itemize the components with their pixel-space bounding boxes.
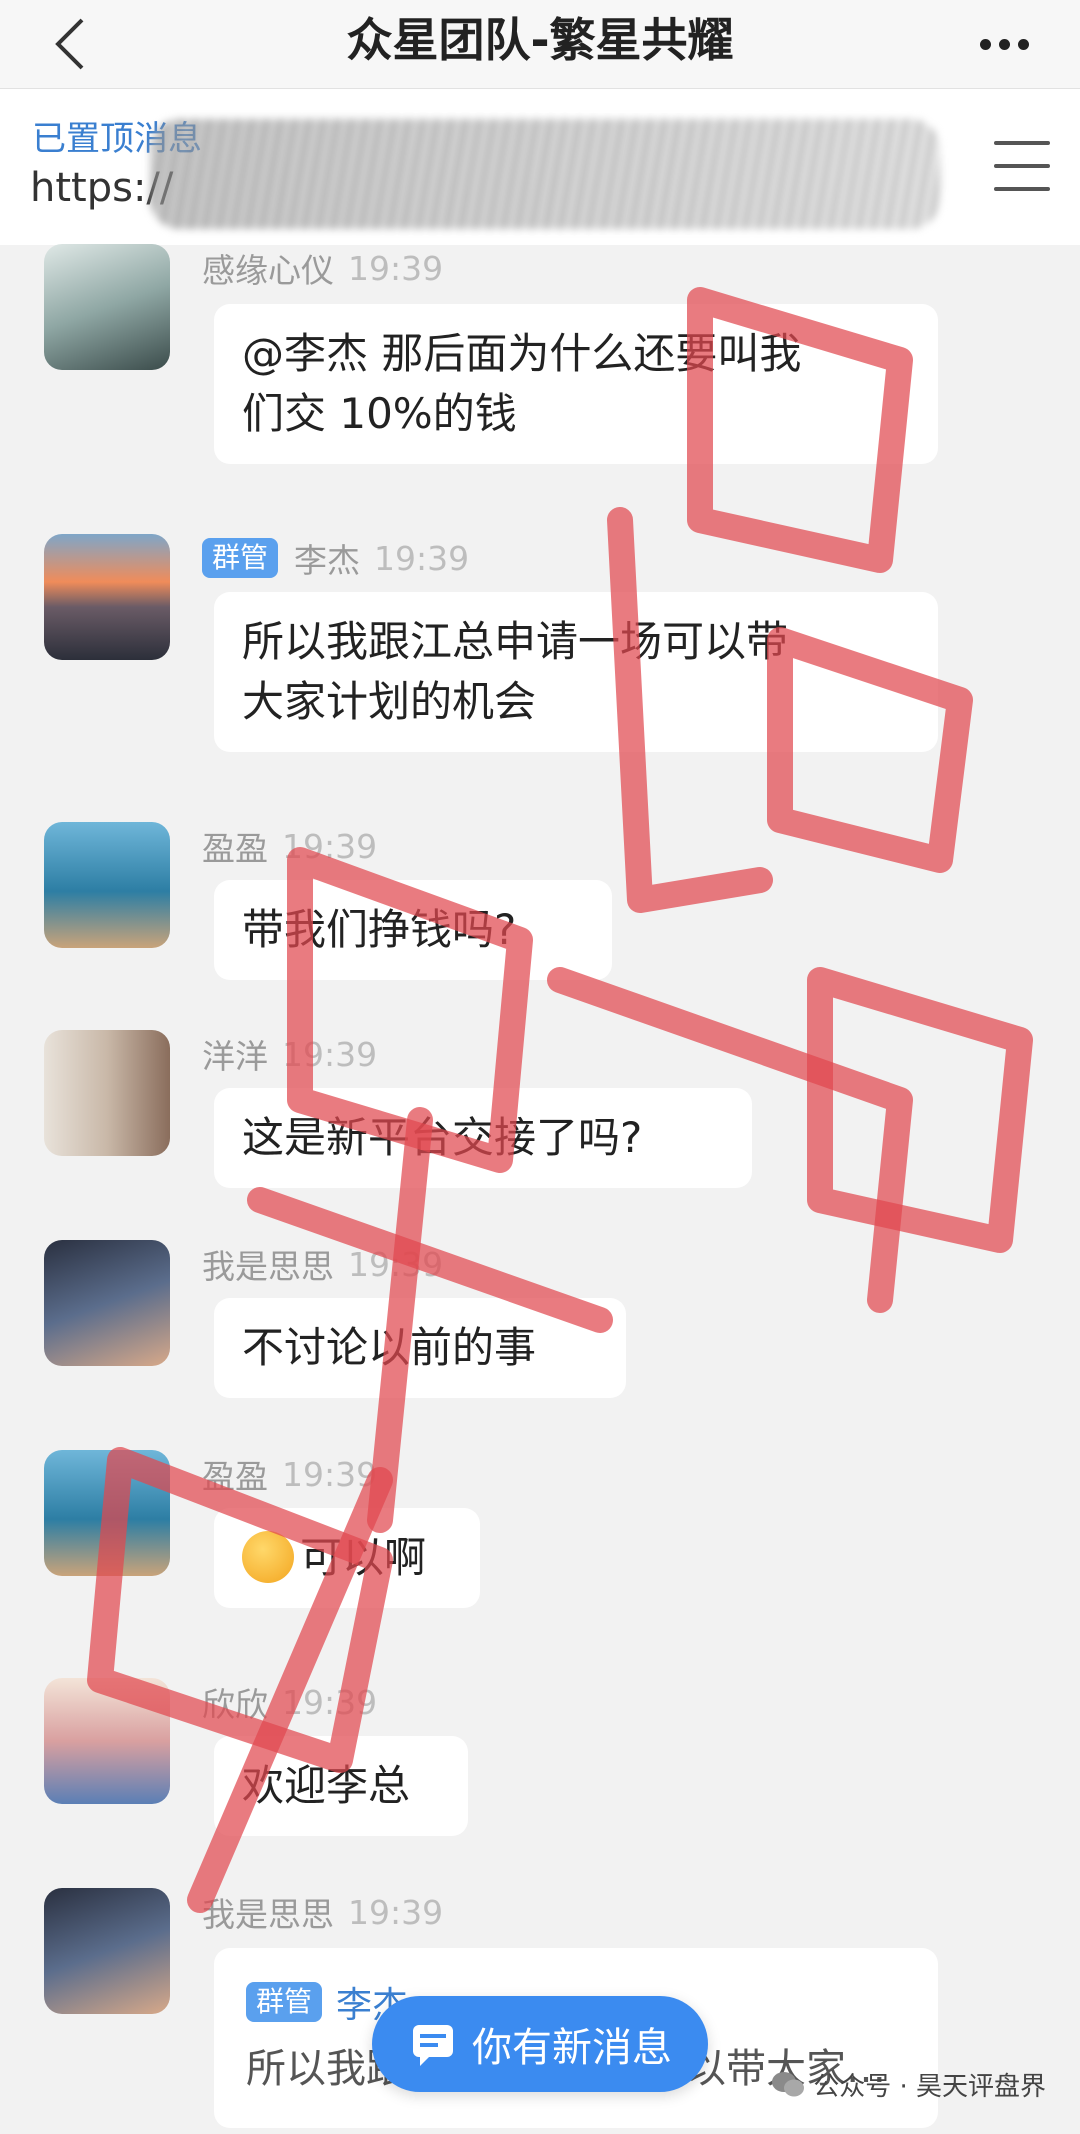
more-dot	[1017, 38, 1029, 50]
sender-name: 我是思思	[202, 1247, 334, 1286]
avatar[interactable]	[44, 822, 170, 948]
message-meta: 感缘心仪 19:39	[202, 244, 443, 292]
avatar[interactable]	[44, 244, 170, 370]
message-time: 19:39	[348, 1892, 444, 1932]
avatar[interactable]	[44, 1030, 170, 1156]
pinned-message-bar[interactable]: 已置顶消息 https://	[0, 89, 1080, 245]
message-time: 19:39	[282, 826, 378, 866]
smile-emoji-icon	[242, 1530, 294, 1583]
message-line: 这是新平台交接了吗?	[242, 1113, 643, 1162]
message-bubble[interactable]: 所以我跟江总申请一场可以带 大家计划的机会	[214, 592, 938, 752]
redacted-scribble	[150, 119, 940, 229]
message-bubble[interactable]: 欢迎李总	[214, 1736, 468, 1836]
message-line: @李杰 那后面为什么还要叫我	[242, 329, 802, 378]
message-time: 19:39	[348, 248, 444, 288]
message-time: 19:39	[282, 1454, 378, 1494]
message-bubble[interactable]: 可以啊	[214, 1508, 480, 1608]
sender-name: 欣欣	[202, 1685, 268, 1724]
menu-line	[994, 187, 1050, 191]
message-bubble[interactable]: 这是新平台交接了吗?	[214, 1088, 752, 1188]
avatar[interactable]	[44, 1678, 170, 1804]
more-dot	[979, 38, 991, 50]
avatar[interactable]	[44, 534, 170, 660]
message-meta: 盈盈 19:39	[202, 822, 377, 870]
menu-button[interactable]	[994, 141, 1050, 191]
message-line: 不讨论以前的事	[242, 1323, 537, 1372]
message-line: 带我们挣钱吗?	[242, 905, 517, 954]
wechat-icon	[772, 2071, 805, 2096]
sender-name: 盈盈	[202, 1457, 268, 1496]
sender-name: 我是思思	[202, 1895, 334, 1934]
more-button[interactable]	[964, 14, 1044, 74]
watermark: 公众号 · 昊天评盘界	[771, 2066, 1046, 2103]
message-line: 欢迎李总	[242, 1761, 411, 1810]
message-time: 19:39	[348, 1244, 444, 1284]
message-line: 们交 10%的钱	[242, 389, 517, 438]
watermark-text: 公众号 · 昊天评盘界	[813, 2072, 1046, 2102]
sender-name: 感缘心仪	[202, 251, 334, 290]
stamp-stroke	[807, 967, 1033, 1253]
message-meta: 群管 李杰 19:39	[202, 534, 469, 582]
avatar[interactable]	[44, 1450, 170, 1576]
message-icon	[413, 2025, 453, 2066]
message-time: 19:39	[282, 1034, 378, 1074]
message-meta: 我是思思 19:39	[202, 1240, 443, 1288]
sender-name: 李杰	[294, 541, 361, 580]
admin-badge: 群管	[202, 538, 279, 578]
admin-badge: 群管	[246, 1982, 323, 2022]
message-line: 大家计划的机会	[242, 677, 537, 726]
new-message-label: 你有新消息	[472, 2025, 672, 2071]
message-meta: 我是思思 19:39	[202, 1888, 443, 1936]
menu-line	[994, 141, 1050, 145]
title-bar: 众星团队-繁星共耀	[0, 0, 1080, 89]
message-meta: 欣欣 19:39	[202, 1678, 377, 1726]
new-message-button[interactable]: 你有新消息	[372, 1996, 708, 2092]
message-meta: 洋洋 19:39	[202, 1030, 377, 1078]
sender-name: 洋洋	[202, 1037, 268, 1076]
message-bubble[interactable]: 不讨论以前的事	[214, 1298, 626, 1398]
message-bubble[interactable]: @李杰 那后面为什么还要叫我 们交 10%的钱	[214, 304, 938, 464]
chat-title: 众星团队-繁星共耀	[346, 13, 734, 67]
message-line: 可以啊	[300, 1533, 427, 1582]
message-bubble[interactable]: 带我们挣钱吗?	[214, 880, 612, 980]
message-time: 19:39	[282, 1682, 378, 1722]
message-time: 19:39	[374, 538, 470, 578]
message-line: 所以我跟江总申请一场可以带	[242, 617, 789, 666]
avatar[interactable]	[44, 1888, 170, 2014]
menu-line	[994, 164, 1050, 168]
avatar[interactable]	[44, 1240, 170, 1366]
message-meta: 盈盈 19:39	[202, 1450, 377, 1498]
sender-name: 盈盈	[202, 829, 268, 868]
more-dot	[998, 38, 1010, 50]
